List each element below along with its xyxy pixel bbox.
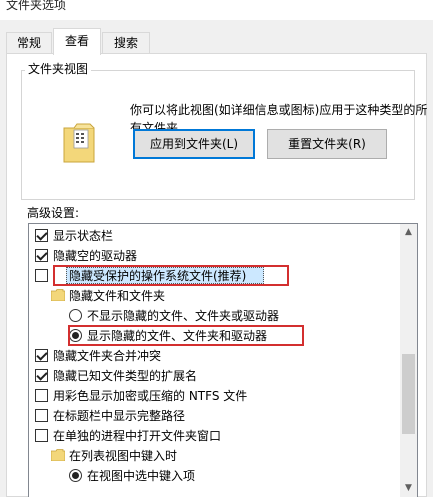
- separate-process-checkbox[interactable]: [35, 429, 48, 442]
- list-item[interactable]: 用彩色显示加密或压缩的 NTFS 文件: [29, 386, 401, 406]
- hide-known-extensions-checkbox[interactable]: [35, 369, 48, 382]
- scroll-thumb[interactable]: [402, 354, 415, 434]
- tab-general[interactable]: 常规: [6, 32, 52, 54]
- hide-folder-merge-conflicts-checkbox[interactable]: [35, 349, 48, 362]
- select-typed-item-radio[interactable]: [69, 469, 82, 482]
- list-item[interactable]: 不显示隐藏的文件、文件夹或驱动器: [29, 306, 401, 326]
- full-path-titlebar-checkbox[interactable]: [35, 409, 48, 422]
- list-item[interactable]: 在标题栏中显示完整路径: [29, 406, 401, 426]
- annotation-red-box: [68, 325, 304, 346]
- folder-icon: [51, 449, 65, 461]
- hide-empty-drives-checkbox[interactable]: [35, 249, 48, 262]
- folder-icon: [51, 289, 65, 301]
- tab-search[interactable]: 搜索: [102, 32, 150, 54]
- list-item[interactable]: 在视图中选中键入项: [29, 466, 401, 486]
- dont-show-hidden-radio[interactable]: [69, 309, 82, 322]
- window-title: 文件夹选项: [6, 0, 67, 12]
- color-ntfs-checkbox[interactable]: [35, 389, 48, 402]
- tab-view[interactable]: 查看: [53, 28, 101, 55]
- list-item[interactable]: 隐藏文件夹合并冲突: [29, 346, 401, 366]
- advanced-settings-list[interactable]: 显示状态栏 隐藏空的驱动器 隐藏受保护的操作系统文件(推荐) 隐藏文件和文件夹 …: [28, 223, 418, 497]
- show-status-bar-checkbox[interactable]: [35, 229, 48, 242]
- folder-views-group-title: 文件夹视图: [25, 60, 92, 77]
- list-item[interactable]: 在单独的进程中打开文件夹窗口: [29, 426, 401, 446]
- advanced-settings-label: 高级设置:: [27, 206, 80, 220]
- list-item[interactable]: 隐藏已知文件类型的扩展名: [29, 366, 401, 386]
- list-scrollbar[interactable]: ▲ ▼: [400, 224, 417, 497]
- view-tab-panel: 你可以将此视图(如详细信息或图标)应用于这种类型的所有文件夹。 文件夹视图 应用…: [6, 53, 427, 497]
- scroll-up-arrow-icon[interactable]: ▲: [400, 224, 417, 241]
- list-item[interactable]: 显示状态栏: [29, 226, 401, 246]
- title-bar: 文件夹选项: [0, 0, 433, 20]
- reset-folders-button[interactable]: 重置文件夹(R): [267, 129, 387, 159]
- scroll-down-arrow-icon[interactable]: ▼: [400, 480, 417, 497]
- list-item: 隐藏文件和文件夹: [29, 286, 401, 306]
- apply-to-folders-button[interactable]: 应用到文件夹(L): [133, 129, 255, 159]
- hide-protected-os-files-checkbox[interactable]: [35, 269, 48, 282]
- list-item: 在列表视图中键入时: [29, 446, 401, 466]
- list-item[interactable]: 隐藏空的驱动器: [29, 246, 401, 266]
- annotation-red-box: [53, 265, 289, 286]
- folder-views-icon: [63, 123, 95, 163]
